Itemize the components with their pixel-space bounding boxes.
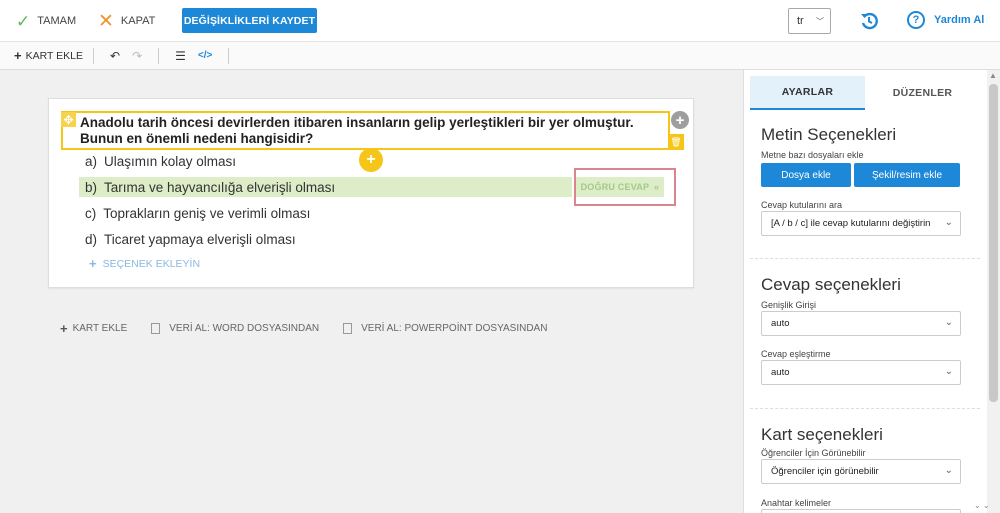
answer-match-label: Cevap eşleştirme bbox=[761, 349, 831, 359]
chevron-down-icon: ⌄ bbox=[944, 217, 953, 228]
keywords-input[interactable] bbox=[761, 509, 961, 513]
code-icon[interactable]: </> bbox=[198, 50, 212, 61]
scroll-down-icon[interactable]: ⌄ ⌄ bbox=[974, 501, 990, 510]
ok-label: TAMAM bbox=[37, 15, 77, 27]
add-image-button[interactable]: Şekil/resim ekle bbox=[854, 163, 960, 187]
language-select[interactable]: tr ﹀ bbox=[788, 8, 831, 34]
panel-tabs: AYARLAR DÜZENLER bbox=[750, 76, 980, 110]
redo-icon[interactable]: ↷ bbox=[132, 49, 142, 63]
option-letter: c) bbox=[85, 205, 97, 221]
file-attach-label: Metne bazı dosyaları ekle bbox=[761, 150, 864, 160]
option-a[interactable]: a) Ulaşımın kolay olması bbox=[79, 151, 236, 171]
option-b[interactable]: b) Tarıma ve hayvancılığa elverişli olma… bbox=[79, 177, 572, 197]
answer-box-value: [A / b / c] ile cevap kutularını değişti… bbox=[771, 218, 931, 229]
option-letter: a) bbox=[85, 153, 98, 169]
option-letter: b) bbox=[85, 179, 98, 195]
tab-settings[interactable]: AYARLAR bbox=[750, 76, 865, 110]
history-icon[interactable] bbox=[859, 11, 879, 31]
highlight-outline bbox=[574, 168, 676, 206]
keywords-label: Anahtar kelimeler bbox=[761, 498, 832, 508]
close-icon: ✕ bbox=[98, 10, 114, 32]
chevron-down-icon: ⌄ bbox=[944, 465, 953, 476]
ok-button[interactable]: ✓ TAMAM bbox=[16, 0, 76, 42]
option-letter: d) bbox=[85, 231, 98, 247]
option-text: Ticaret yapmaya elverişli olması bbox=[104, 231, 296, 247]
text-options-title: Metin Seçenekleri bbox=[761, 125, 897, 144]
import-word-label: VERİ AL: WORD DOSYASINDAN bbox=[169, 323, 320, 334]
tab-layouts[interactable]: DÜZENLER bbox=[865, 76, 980, 110]
top-bar: ✓ TAMAM ✕ KAPAT DEĞİŞİKLİKLERİ KAYDET tr… bbox=[0, 0, 1000, 42]
add-card-link[interactable]: + KART EKLE bbox=[60, 321, 127, 336]
width-value: auto bbox=[771, 318, 790, 329]
option-text: Toprakların geniş ve verimli olması bbox=[103, 205, 311, 221]
question-circle-icon: ? bbox=[907, 11, 925, 29]
answer-box-select[interactable]: [A / b / c] ile cevap kutularını değişti… bbox=[761, 211, 961, 236]
question-text[interactable]: Anadolu tarih öncesi devirlerden itibare… bbox=[61, 111, 670, 150]
answer-match-value: auto bbox=[771, 367, 790, 378]
add-block-icon[interactable]: + bbox=[671, 111, 689, 129]
answer-options-title: Cevap seçenekleri bbox=[761, 275, 901, 294]
visibility-value: Öğrenciler için görünebilir bbox=[771, 466, 879, 477]
add-card-button[interactable]: + KART EKLE bbox=[14, 48, 83, 63]
plus-icon: + bbox=[14, 48, 22, 63]
option-text: Tarıma ve hayvancılığa elverişli olması bbox=[104, 179, 336, 195]
import-word-link[interactable]: VERİ AL: WORD DOSYASINDAN bbox=[151, 321, 319, 336]
option-c[interactable]: c) Toprakların geniş ve verimli olması bbox=[79, 203, 310, 223]
trash-icon[interactable]: 🗑 bbox=[668, 134, 684, 150]
document-icon bbox=[151, 323, 161, 334]
language-value: tr bbox=[797, 15, 804, 27]
option-d[interactable]: d) Ticaret yapmaya elverişli olması bbox=[79, 229, 296, 249]
chevron-down-icon: ﹀ bbox=[816, 17, 824, 26]
close-label: KAPAT bbox=[120, 15, 156, 27]
help-label: Yardım Al bbox=[934, 14, 985, 26]
add-file-button[interactable]: Dosya ekle bbox=[761, 163, 851, 187]
add-option-label: SEÇENEK EKLEYİN bbox=[102, 257, 201, 270]
answer-box-label: Cevap kutularını ara bbox=[761, 200, 843, 210]
import-powerpoint-label: VERİ AL: POWERPOİNT DOSYASINDAN bbox=[361, 323, 548, 334]
toolbar-divider bbox=[93, 47, 94, 64]
toolbar-divider bbox=[228, 47, 230, 64]
plus-icon: + bbox=[89, 256, 97, 271]
import-powerpoint-link[interactable]: VERİ AL: POWERPOİNT DOSYASINDAN bbox=[343, 321, 547, 336]
drag-handle-icon[interactable]: ✥ bbox=[61, 112, 76, 127]
card-options-title: Kart seçenekleri bbox=[761, 425, 883, 444]
undo-icon[interactable]: ↶ bbox=[110, 49, 120, 63]
chevron-down-icon: ⌄ bbox=[944, 317, 953, 328]
visibility-select[interactable]: Öğrenciler için görünebilir ⌄ bbox=[761, 459, 961, 484]
width-select[interactable]: auto ⌄ bbox=[761, 311, 961, 336]
add-card-link-label: KART EKLE bbox=[72, 323, 128, 334]
visibility-label: Öğrenciler İçin Görünebilir bbox=[761, 448, 866, 458]
editor-toolbar: + KART EKLE ↶ ↷ ☰ </> bbox=[0, 42, 1000, 70]
bottom-actions: + KART EKLE VERİ AL: WORD DOSYASINDAN VE… bbox=[60, 321, 571, 336]
document-icon bbox=[343, 323, 353, 334]
plus-icon: + bbox=[60, 321, 68, 336]
width-label: Genişlik Girişi bbox=[761, 300, 817, 310]
database-icon[interactable]: ☰ bbox=[175, 49, 186, 63]
section-divider bbox=[750, 408, 980, 409]
section-divider bbox=[750, 258, 980, 259]
chevron-down-icon: ⌄ bbox=[944, 366, 953, 377]
add-card-label: KART EKLE bbox=[25, 49, 83, 62]
panel-scrollbar[interactable]: ▲ bbox=[987, 70, 1000, 513]
checkmark-icon: ✓ bbox=[16, 11, 31, 31]
insert-element-icon[interactable]: + bbox=[359, 148, 383, 172]
toolbar-divider bbox=[158, 47, 160, 64]
close-button[interactable]: ✕ KAPAT bbox=[98, 0, 155, 42]
answer-match-select[interactable]: auto ⌄ bbox=[761, 360, 961, 385]
add-option-button[interactable]: + SEÇENEK EKLEYİN bbox=[89, 256, 200, 271]
help-button[interactable]: ? Yardım Al bbox=[907, 11, 984, 29]
save-changes-button[interactable]: DEĞİŞİKLİKLERİ KAYDET bbox=[182, 8, 317, 33]
option-text: Ulaşımın kolay olması bbox=[104, 153, 237, 169]
scroll-up-icon[interactable]: ▲ bbox=[989, 71, 997, 80]
settings-panel: AYARLAR DÜZENLER Metin Seçenekleri Metne… bbox=[743, 70, 987, 513]
scroll-thumb[interactable] bbox=[989, 84, 998, 402]
